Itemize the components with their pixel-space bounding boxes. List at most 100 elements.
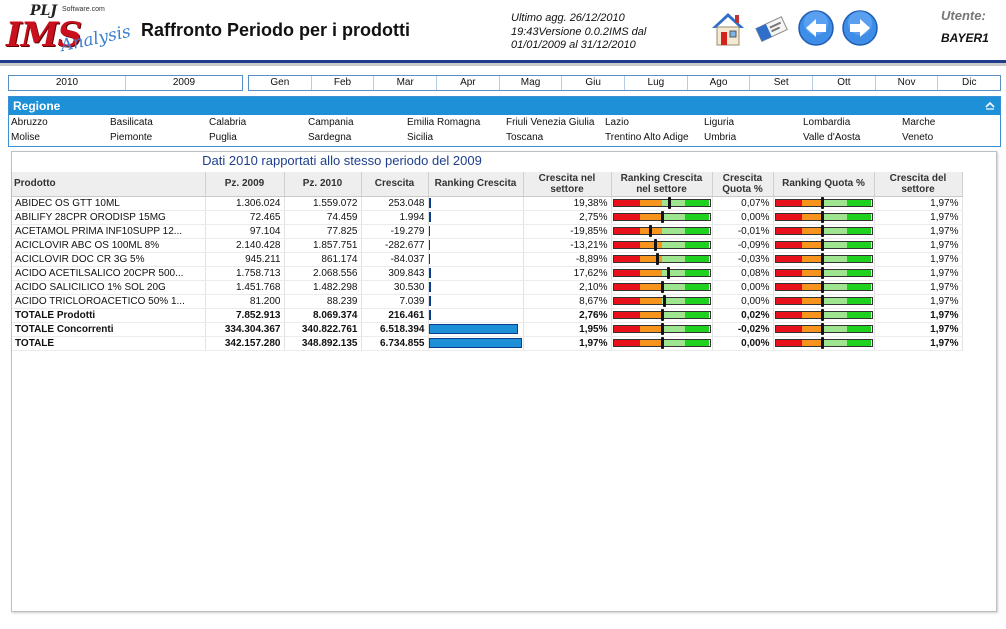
- month-option[interactable]: Gen: [249, 76, 312, 90]
- month-option[interactable]: Mag: [500, 76, 563, 90]
- cell-crescita-settore: 1,97%: [523, 336, 612, 351]
- cell-crescita-del-settore: 1,97%: [874, 210, 963, 225]
- region-item[interactable]: Puglia: [207, 131, 306, 146]
- cell-crescita-settore: -19,85%: [523, 224, 612, 239]
- cell-ranking-crescita: [428, 280, 524, 295]
- year-option[interactable]: 2009: [126, 76, 242, 90]
- ranking-gauge: [774, 309, 873, 321]
- region-item[interactable]: Umbria: [702, 131, 801, 146]
- month-option[interactable]: Giu: [562, 76, 626, 90]
- region-item[interactable]: Emilia Romagna: [405, 116, 504, 131]
- table-row[interactable]: TOTALE Prodotti 7.852.913 8.069.374 216.461…: [12, 308, 963, 323]
- cell-crescita: -19.279: [361, 224, 429, 239]
- region-item[interactable]: Toscana: [504, 131, 603, 146]
- table-row[interactable]: TOTALE Concorrenti 334.304.367 340.822.761…: [12, 322, 963, 337]
- gauge-marker: [820, 323, 824, 335]
- region-item[interactable]: Liguria: [702, 116, 801, 131]
- month-option[interactable]: Nov: [876, 76, 939, 90]
- gauge-marker: [820, 267, 824, 279]
- cell-product-name: ACIDO TRICLOROACETICO 50% 1...: [12, 294, 206, 309]
- cell-ranking-quota: [773, 280, 875, 295]
- table-row[interactable]: ACETAMOL PRIMA INF10SUPP 12... 97.104 77.8…: [12, 224, 963, 239]
- home-icon: [712, 13, 744, 46]
- cell-ranking-crescita-settore: [611, 238, 713, 253]
- column-header-crescita[interactable]: Crescita: [361, 172, 429, 197]
- cell-crescita: 7.039: [361, 294, 429, 309]
- ranking-bar: [428, 296, 431, 306]
- region-item[interactable]: Basilicata: [108, 116, 207, 131]
- gauge-marker: [820, 197, 824, 209]
- gauge-marker: [820, 211, 824, 223]
- region-item[interactable]: Valle d'Aosta: [801, 131, 900, 146]
- gauge-marker: [820, 253, 824, 265]
- clear-selection-button[interactable]: [752, 8, 792, 48]
- region-item[interactable]: Friuli Venezia Giulia: [504, 116, 603, 131]
- ranking-gauge: [774, 323, 873, 335]
- cell-crescita-settore: -13,21%: [523, 238, 612, 253]
- back-button[interactable]: [796, 8, 836, 48]
- region-item[interactable]: Molise: [9, 131, 108, 146]
- ranking-bar: [428, 282, 431, 292]
- ranking-bar: [428, 338, 522, 348]
- cell-crescita-quota: -0,02%: [712, 322, 774, 337]
- year-option[interactable]: 2010: [9, 76, 126, 90]
- cell-ranking-crescita-settore: [611, 210, 713, 225]
- table-row[interactable]: ACIDO ACETILSALICO 20CPR 500... 1.758.713…: [12, 266, 963, 281]
- cell-crescita-settore: 17,62%: [523, 266, 612, 281]
- month-option[interactable]: Ago: [688, 76, 751, 90]
- year-selector: 2010 2009: [8, 75, 243, 91]
- column-header-crescita-del-settore[interactable]: Crescita del settore: [874, 172, 963, 197]
- cell-ranking-crescita: [428, 196, 524, 211]
- table-row[interactable]: ABILIFY 28CPR ORODISP 15MG 72.465 74.459 1.…: [12, 210, 963, 225]
- month-option[interactable]: Set: [750, 76, 814, 90]
- cell-crescita-quota: 0,02%: [712, 308, 774, 323]
- region-item[interactable]: Marche: [900, 116, 999, 131]
- table-row[interactable]: ACICLOVIR DOC CR 3G 5% 945.211 861.174 -84.…: [12, 252, 963, 267]
- ranking-bar: [428, 226, 430, 236]
- region-header: Regione: [9, 97, 1000, 115]
- month-option[interactable]: Apr: [437, 76, 500, 90]
- table-row[interactable]: ACICLOVIR ABC OS 100ML 8% 2.140.428 1.857.…: [12, 238, 963, 253]
- region-item[interactable]: Sicilia: [405, 131, 504, 146]
- cell-pz2010: 74.459: [284, 210, 362, 225]
- column-header-prodotto[interactable]: Prodotto: [12, 172, 206, 197]
- column-header-ranking-quota[interactable]: Ranking Quota %: [773, 172, 875, 197]
- cell-crescita-del-settore: 1,97%: [874, 266, 963, 281]
- cell-crescita-quota: -0,03%: [712, 252, 774, 267]
- cell-crescita-settore: -8,89%: [523, 252, 612, 267]
- table-row[interactable]: TOTALE 342.157.280 348.892.135 6.734.855 1,9…: [12, 336, 963, 351]
- region-item[interactable]: Veneto: [900, 131, 999, 146]
- table-row[interactable]: ABIDEC OS GTT 10ML 1.306.024 1.559.072 253.…: [12, 196, 963, 211]
- cell-pz2010: 861.174: [284, 252, 362, 267]
- cell-pz2010: 340.822.761: [284, 322, 362, 337]
- region-item[interactable]: Piemonte: [108, 131, 207, 146]
- month-option[interactable]: Feb: [312, 76, 375, 90]
- column-header-pz2010[interactable]: Pz. 2010: [284, 172, 362, 197]
- region-item[interactable]: Lombardia: [801, 116, 900, 131]
- home-button[interactable]: [708, 8, 748, 48]
- minimize-icon[interactable]: [985, 100, 995, 110]
- region-item[interactable]: Campania: [306, 116, 405, 131]
- month-option[interactable]: Mar: [374, 76, 438, 90]
- column-header-pz2009[interactable]: Pz. 2009: [205, 172, 285, 197]
- month-option[interactable]: Lug: [625, 76, 688, 90]
- month-option[interactable]: Ott: [813, 76, 876, 90]
- column-header-ranking-crescita[interactable]: Ranking Crescita: [428, 172, 524, 197]
- region-item[interactable]: Trentino Alto Adige: [603, 131, 702, 146]
- cell-ranking-crescita: [428, 238, 524, 253]
- column-header-crescita-quota[interactable]: Crescita Quota %: [712, 172, 774, 197]
- cell-pz2009: 334.304.367: [205, 322, 285, 337]
- month-option[interactable]: Dic: [938, 76, 1000, 90]
- cell-product-name: TOTALE: [12, 336, 206, 351]
- region-item[interactable]: Calabria: [207, 116, 306, 131]
- column-header-ranking-crescita-settore[interactable]: Ranking Crescita nel settore: [611, 172, 713, 197]
- cell-crescita-settore: 19,38%: [523, 196, 612, 211]
- table-row[interactable]: ACIDO TRICLOROACETICO 50% 1... 81.200 88.2…: [12, 294, 963, 309]
- column-header-crescita-settore[interactable]: Crescita nel settore: [523, 172, 612, 197]
- region-item[interactable]: Abruzzo: [9, 116, 108, 131]
- table-row[interactable]: ACIDO SALICILICO 1% SOL 20G 1.451.768 1.48…: [12, 280, 963, 295]
- region-item[interactable]: Sardegna: [306, 131, 405, 146]
- region-item[interactable]: Lazio: [603, 116, 702, 131]
- update-info: Ultimo agg. 26/12/2010 19:43Versione 0.0…: [511, 12, 691, 53]
- forward-button[interactable]: [840, 8, 880, 48]
